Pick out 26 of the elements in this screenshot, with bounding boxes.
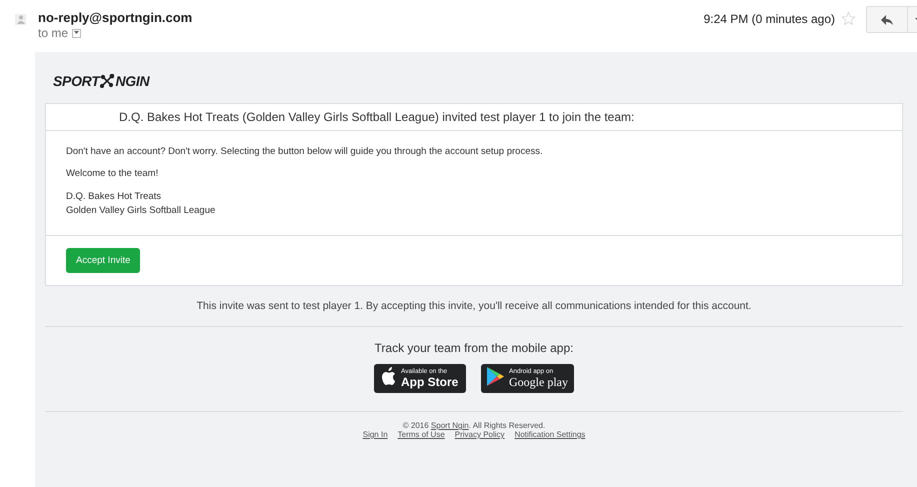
body-text: Don't have an account? Don't worry. Selecting the button below will guide you through the account setup process. [66, 146, 544, 157]
footer-link[interactable]: Notification Settings [514, 430, 586, 439]
sport-ngin-link[interactable]: Sport Ngin [430, 421, 469, 430]
signature-line: Golden Valley Girls Softball League [66, 204, 216, 218]
body-text: Welcome to the team! [66, 168, 160, 179]
badge-title: App Store [401, 376, 458, 388]
footer-link[interactable]: Privacy Policy [454, 430, 505, 439]
timestamp: 9:24 PM (0 minutes ago) [704, 12, 835, 26]
avatar-icon [15, 14, 26, 25]
notice-text: This invite was sent to test player 1. By accepting this invite, you'll receive all communications intended for this account. [45, 286, 903, 327]
star-icon[interactable] [841, 11, 856, 26]
signature-line: D.Q. Bakes Hot Treats [66, 190, 162, 204]
footer-link[interactable]: Sign In [362, 430, 388, 439]
recipient-label: to me [38, 26, 68, 40]
logo-text: NGIN [115, 73, 150, 89]
sender-address: no-reply@sportngin.com [38, 10, 192, 25]
reply-icon [881, 14, 893, 24]
logo-text: SPORT [53, 73, 100, 89]
logo-icon [100, 74, 114, 88]
footer-link[interactable]: Terms of Use [398, 430, 445, 439]
badge-title: Google play [509, 376, 568, 388]
dropdown-icon[interactable] [72, 28, 82, 38]
copyright-text: © 2016 Sport Ngin. All Rights Reserved. [402, 421, 546, 430]
apps-heading: Track your team from the mobile app: [374, 341, 574, 355]
invite-headline: D.Q. Bakes Hot Treats (Golden Valley Girls Softball League) invited test player 1 to join the team: [46, 104, 902, 131]
reply-button[interactable] [866, 6, 908, 33]
